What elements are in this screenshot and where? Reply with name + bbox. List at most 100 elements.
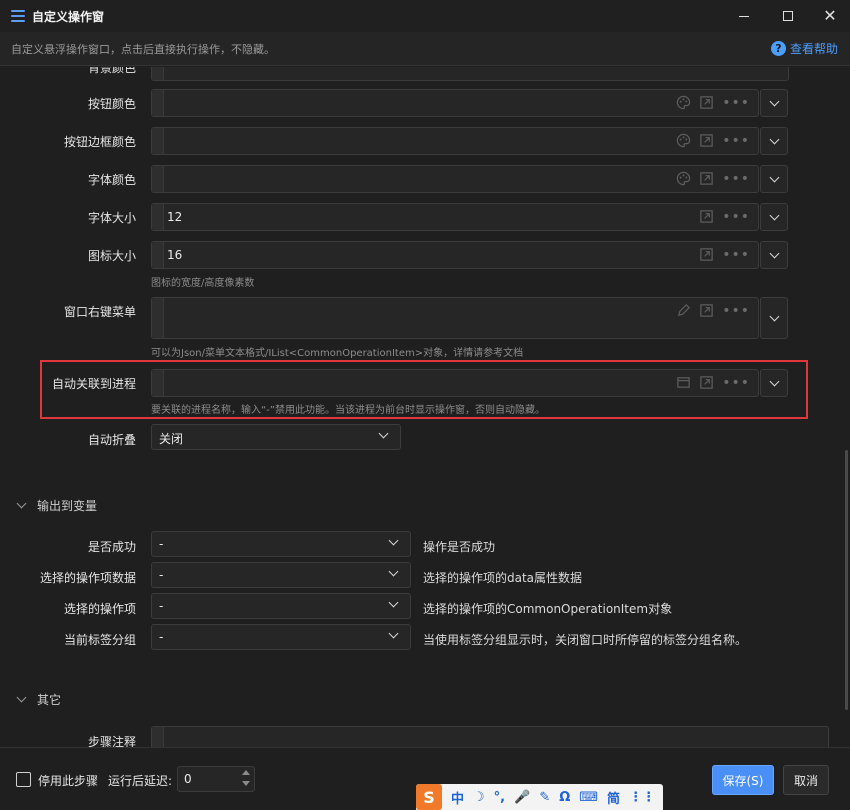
auto-collapse-select[interactable]: 关闭 — [151, 424, 401, 450]
ime-mic-icon[interactable]: 🎤 — [514, 790, 530, 805]
delay-value: 0 — [184, 772, 192, 786]
context-menu-hint: 可以为Json/菜单文本格式/IList<CommonOperationItem… — [151, 348, 524, 359]
expand-icon[interactable] — [699, 171, 714, 186]
field-label-button-color: 按钮颜色 — [87, 97, 136, 111]
minimize-icon — [739, 15, 749, 17]
chevron-down-icon — [378, 428, 389, 439]
field-label-context-menu: 窗口右键菜单 — [63, 305, 136, 319]
cancel-button[interactable]: 取消 — [783, 765, 829, 795]
output-success-select[interactable]: - — [151, 531, 411, 557]
expand-icon[interactable] — [699, 303, 714, 318]
more-options-icon[interactable]: ••• — [722, 134, 750, 148]
field-label-auto-collapse: 自动折叠 — [87, 433, 136, 447]
ime-item[interactable]: 中 — [451, 788, 464, 807]
field-label-bg-color: 背景颜色 — [87, 67, 136, 75]
output-desc-item-data: 选择的操作项的data属性数据 — [423, 571, 583, 585]
field-label-auto-process: 自动关联到进程 — [51, 377, 136, 391]
window-icon[interactable] — [676, 375, 691, 390]
disable-step-checkbox[interactable] — [16, 772, 31, 787]
chevron-down-icon — [388, 535, 399, 546]
button-border-color-dropdown[interactable] — [760, 127, 788, 155]
icon-size-input[interactable]: 16 ••• — [151, 241, 759, 269]
expand-icon[interactable] — [699, 95, 714, 110]
expand-icon[interactable] — [699, 247, 714, 262]
output-item-data-select[interactable]: - — [151, 562, 411, 588]
edit-pencil-icon[interactable] — [676, 303, 691, 318]
close-button[interactable]: ✕ — [808, 0, 850, 32]
palette-icon[interactable] — [676, 95, 691, 110]
save-button[interactable]: 保存(S) — [712, 765, 774, 795]
output-desc-tab-group: 当使用标签分组显示时，关闭窗口时所停留的标签分组名称。 — [423, 633, 748, 647]
stepper-down-icon[interactable] — [242, 781, 250, 786]
auto-process-dropdown[interactable] — [760, 369, 788, 397]
ime-moon-icon[interactable]: ☽ — [473, 790, 485, 805]
chevron-down-icon — [769, 210, 779, 220]
more-options-icon[interactable]: ••• — [722, 172, 750, 186]
settings-panel[interactable]: 背景颜色 按钮颜色 ••• 按钮边框颜色 ••• 字体颜色 ••• 字体大小 1… — [0, 67, 850, 747]
output-item-select[interactable]: - — [151, 593, 411, 619]
close-icon: ✕ — [823, 6, 837, 25]
minimize-button[interactable] — [722, 0, 766, 32]
step-note-label: 步骤注释 — [87, 735, 136, 747]
ime-symbol-icon[interactable]: Ω — [559, 790, 570, 805]
more-options-icon[interactable]: ••• — [722, 376, 750, 390]
stepper-up-icon[interactable] — [242, 770, 250, 775]
more-options-icon[interactable]: ••• — [722, 304, 750, 318]
font-color-dropdown[interactable] — [760, 165, 788, 193]
chevron-down-icon — [388, 628, 399, 639]
field-label-icon-size: 图标大小 — [87, 249, 136, 263]
expand-icon[interactable] — [699, 209, 714, 224]
help-link[interactable]: ? 查看帮助 — [770, 40, 838, 57]
ime-keyboard-icon[interactable]: ⌨ — [579, 790, 598, 805]
ime-logo[interactable]: S — [416, 784, 442, 810]
help-label: 查看帮助 — [789, 42, 838, 56]
chevron-down-icon — [769, 172, 779, 182]
help-icon: ? — [770, 41, 786, 56]
button-color-input[interactable]: ••• — [151, 89, 759, 117]
section-output-header[interactable]: 输出到变量 — [16, 497, 97, 514]
window-title: 自定义操作窗 — [32, 9, 105, 24]
chevron-down-icon — [388, 566, 399, 577]
ime-pen-icon[interactable]: ✎ — [539, 790, 550, 805]
more-options-icon[interactable]: ••• — [722, 210, 750, 224]
section-other-title: 其它 — [37, 693, 62, 707]
chevron-down-icon — [769, 248, 779, 258]
palette-icon[interactable] — [676, 133, 691, 148]
ime-grid-icon[interactable]: ⋮⋮ — [629, 790, 655, 805]
hamburger-menu-icon[interactable] — [11, 10, 25, 22]
output-desc-item: 选择的操作项的CommonOperationItem对象 — [423, 602, 673, 616]
ime-toolbar[interactable]: S 中 ☽ °, 🎤 ✎ Ω ⌨ 简 ⋮⋮ — [416, 784, 663, 810]
context-menu-input[interactable]: ••• — [151, 297, 759, 339]
font-size-input[interactable]: 12 ••• — [151, 203, 759, 231]
bg-color-input[interactable] — [151, 67, 789, 81]
section-other-header[interactable]: 其它 — [16, 691, 62, 708]
ime-punct-icon[interactable]: °, — [494, 790, 505, 805]
step-note-input[interactable] — [151, 726, 829, 747]
button-color-dropdown[interactable] — [760, 89, 788, 117]
font-color-input[interactable]: ••• — [151, 165, 759, 193]
maximize-button[interactable] — [766, 0, 810, 32]
ime-simplified-icon[interactable]: 简 — [607, 788, 620, 807]
expand-icon[interactable] — [699, 375, 714, 390]
delay-stepper[interactable]: 0 — [177, 766, 255, 792]
context-menu-dropdown[interactable] — [760, 297, 788, 339]
auto-process-input[interactable]: ••• — [151, 369, 759, 397]
delay-label: 运行后延迟: — [108, 774, 173, 788]
collapse-chevron-icon — [16, 498, 27, 509]
icon-size-value: 16 — [167, 248, 183, 262]
more-options-icon[interactable]: ••• — [722, 248, 750, 262]
button-border-color-input[interactable]: ••• — [151, 127, 759, 155]
chevron-down-icon — [769, 96, 779, 106]
chevron-down-icon — [769, 134, 779, 144]
more-options-icon[interactable]: ••• — [722, 96, 750, 110]
expand-icon[interactable] — [699, 133, 714, 148]
auto-collapse-value: 关闭 — [159, 432, 184, 446]
output-tab-group-select[interactable]: - — [151, 624, 411, 650]
field-label-button-border-color: 按钮边框颜色 — [63, 135, 136, 149]
vertical-scrollbar[interactable] — [845, 450, 848, 710]
output-label-tab-group: 当前标签分组 — [63, 633, 136, 647]
icon-size-dropdown[interactable] — [760, 241, 788, 269]
palette-icon[interactable] — [676, 171, 691, 186]
chevron-down-icon — [769, 376, 779, 386]
font-size-dropdown[interactable] — [760, 203, 788, 231]
